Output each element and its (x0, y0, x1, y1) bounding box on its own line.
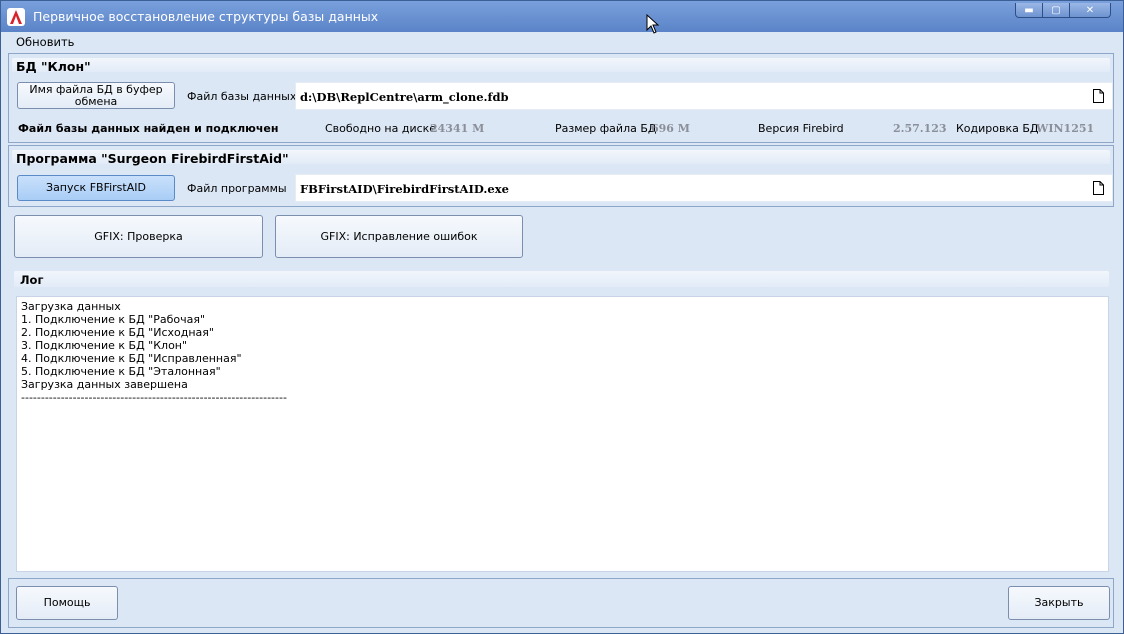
db-file-label: Файл базы данных (187, 90, 297, 103)
program-file-field[interactable]: FBFirstAID\FirebirdFirstAID.exe (295, 174, 1113, 202)
db-status-text: Файл базы данных найден и подключен (18, 122, 279, 135)
program-file-value: FBFirstAID\FirebirdFirstAID.exe (300, 182, 509, 196)
mouse-cursor-icon (646, 14, 660, 34)
help-button[interactable]: Помощь (16, 586, 118, 620)
db-file-value: d:\DB\ReplCentre\arm_clone.fdb (300, 90, 509, 104)
maximize-icon: ▢ (1051, 4, 1061, 16)
footer-panel: Помощь Закрыть (8, 578, 1114, 628)
log-line: 2. Подключение к БД "Исходная" (21, 326, 214, 339)
free-space-label: Свободно на диске (325, 122, 437, 135)
maximize-button[interactable]: ▢ (1042, 3, 1070, 18)
log-title: Лог (20, 273, 44, 287)
minimize-button[interactable]: ▬ (1015, 3, 1043, 18)
encoding-label: Кодировка БД (956, 122, 1039, 135)
document-icon[interactable] (1093, 181, 1104, 195)
minimize-icon: ▬ (1024, 4, 1034, 16)
program-group-title: Программа "Surgeon FirebirdFirstAid" (16, 151, 289, 166)
window-controls: ▬ ▢ ✕ (1015, 3, 1111, 18)
file-size-value: 696 М (651, 122, 690, 135)
close-window-button[interactable]: ✕ (1069, 3, 1111, 18)
clone-group-header: БД "Клон" (12, 58, 1110, 74)
app-logo-icon (7, 8, 25, 26)
main-window: Первичное восстановление структуры базы … (0, 0, 1124, 634)
close-icon: ✕ (1085, 4, 1095, 16)
program-group: Программа "Surgeon FirebirdFirstAid" Зап… (8, 145, 1114, 207)
log-line: Загрузка данных (21, 300, 121, 313)
log-textarea[interactable]: Загрузка данных 1. Подключение к БД "Раб… (16, 296, 1109, 572)
program-file-label: Файл программы (187, 182, 287, 195)
clone-group-title: БД "Клон" (16, 59, 91, 74)
menu-refresh[interactable]: Обновить (16, 35, 74, 49)
log-line: ----------------------------------------… (21, 391, 287, 404)
gfix-fix-errors-button[interactable]: GFIX: Исправление ошибок (275, 215, 523, 258)
log-line: Загрузка данных завершена (21, 378, 188, 391)
gfix-check-button[interactable]: GFIX: Проверка (14, 215, 263, 258)
firebird-version-value: 2.57.123 (893, 122, 947, 135)
document-icon[interactable] (1093, 89, 1104, 103)
log-line: 1. Подключение к БД "Рабочая" (21, 313, 206, 326)
log-line: 3. Подключение к БД "Клон" (21, 339, 188, 352)
program-group-header: Программа "Surgeon FirebirdFirstAid" (12, 150, 1110, 166)
title-bar[interactable]: Первичное восстановление структуры базы … (1, 1, 1123, 32)
log-line: 4. Подключение к БД "Исправленная" (21, 352, 242, 365)
firebird-version-label: Версия Firebird (758, 122, 844, 135)
clone-db-group: БД "Клон" Имя файла БД в буфер обмена Фа… (8, 53, 1114, 143)
window-title: Первичное восстановление структуры базы … (33, 9, 379, 24)
db-file-field[interactable]: d:\DB\ReplCentre\arm_clone.fdb (295, 82, 1113, 110)
log-line: 5. Подключение к БД "Эталонная" (21, 365, 221, 378)
log-header: Лог (14, 271, 1109, 287)
menu-bar: Обновить (3, 33, 1121, 51)
close-button[interactable]: Закрыть (1008, 586, 1110, 620)
file-size-label: Размер файла БД (555, 122, 657, 135)
run-fbfirstaid-button[interactable]: Запуск FBFirstAID (17, 175, 175, 201)
encoding-value: WIN1251 (1036, 122, 1095, 135)
copy-db-filename-button[interactable]: Имя файла БД в буфер обмена (17, 82, 175, 109)
free-space-value: 24341 М (430, 122, 485, 135)
